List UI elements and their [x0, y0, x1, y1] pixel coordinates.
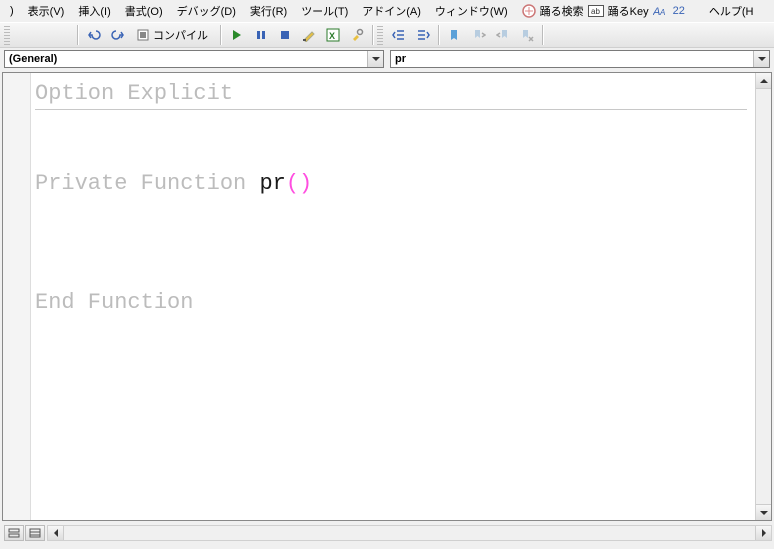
scroll-left-button[interactable] [48, 526, 64, 540]
menu-close-paren: ) [4, 3, 20, 19]
indent-button[interactable] [412, 24, 434, 46]
margin-bar[interactable] [3, 73, 31, 520]
redo-button[interactable] [107, 24, 129, 46]
font-size-label[interactable]: 22 [673, 5, 685, 17]
scope-dropdown[interactable]: (General) [4, 50, 384, 68]
dropdown-arrow-icon[interactable] [753, 51, 769, 67]
code-text: Function [141, 171, 247, 196]
stop-button[interactable] [274, 24, 296, 46]
toolbar: コンパイル X [0, 22, 774, 48]
compile-label: コンパイル [150, 27, 211, 43]
scope-value: (General) [9, 53, 57, 65]
svg-text:A: A [659, 8, 665, 17]
code-text: Option Explicit [35, 81, 233, 106]
procedure-dropdown[interactable]: pr [390, 50, 770, 68]
outdent-button[interactable] [388, 24, 410, 46]
excel-button[interactable]: X [322, 24, 344, 46]
search-sphere-icon[interactable] [522, 4, 536, 18]
scroll-track[interactable] [756, 89, 771, 504]
svg-text:ab: ab [591, 7, 600, 16]
bottom-bar [2, 523, 772, 549]
menu-extras: 踊る検索 ab 踊るKey AA 22 ヘルプ(H [522, 1, 760, 21]
bookmark-toggle-button[interactable] [444, 24, 466, 46]
undo-button[interactable] [83, 24, 105, 46]
menu-tools[interactable]: ツール(T) [295, 1, 354, 21]
horizontal-scrollbar[interactable] [47, 525, 772, 541]
procedure-value: pr [395, 53, 406, 65]
procedure-view-button[interactable] [4, 525, 24, 541]
menu-run[interactable]: 実行(R) [244, 1, 293, 21]
code-paren: () [286, 171, 312, 196]
compile-button[interactable]: コンパイル [131, 24, 216, 46]
menu-debug[interactable]: デバッグ(D) [171, 1, 242, 21]
toolbar-grip-2[interactable] [377, 25, 383, 45]
search-label[interactable]: 踊る検索 [540, 3, 584, 19]
menu-addin[interactable]: アドイン(A) [356, 1, 427, 21]
tool-button[interactable] [346, 24, 368, 46]
pause-button[interactable] [250, 24, 272, 46]
menu-help[interactable]: ヘルプ(H [703, 1, 760, 21]
code-identifier: pr [259, 171, 285, 196]
menu-insert[interactable]: 挿入(I) [72, 1, 116, 21]
play-button[interactable] [226, 24, 248, 46]
scroll-right-button[interactable] [755, 526, 771, 540]
menubar: ) 表示(V) 挿入(I) 書式(O) デバッグ(D) 実行(R) ツール(T)… [0, 0, 774, 22]
dropdown-row: (General) pr [0, 48, 774, 70]
toolbar-grip[interactable] [4, 25, 10, 45]
menu-view[interactable]: 表示(V) [22, 1, 71, 21]
bookmark-next-button[interactable] [468, 24, 490, 46]
full-module-view-button[interactable] [25, 525, 45, 541]
code-editor: Option Explicit Private Function pr() En… [2, 72, 772, 521]
menu-format[interactable]: 書式(O) [119, 1, 169, 21]
key-ab-icon[interactable]: ab [588, 5, 604, 17]
svg-text:X: X [329, 31, 335, 41]
design-mode-button[interactable] [298, 24, 320, 46]
font-aa-icon[interactable]: AA [653, 4, 669, 18]
menu-window[interactable]: ウィンドウ(W) [429, 1, 514, 21]
scroll-down-button[interactable] [756, 504, 771, 520]
code-area[interactable]: Option Explicit Private Function pr() En… [31, 73, 755, 520]
bookmark-prev-button[interactable] [492, 24, 514, 46]
bookmark-clear-button[interactable] [516, 24, 538, 46]
key-label[interactable]: 踊るKey [608, 3, 649, 19]
scroll-up-button[interactable] [756, 73, 771, 89]
code-text: Private [35, 171, 127, 196]
dropdown-arrow-icon[interactable] [367, 51, 383, 67]
vertical-scrollbar[interactable] [755, 73, 771, 520]
code-text: End Function [35, 290, 193, 315]
